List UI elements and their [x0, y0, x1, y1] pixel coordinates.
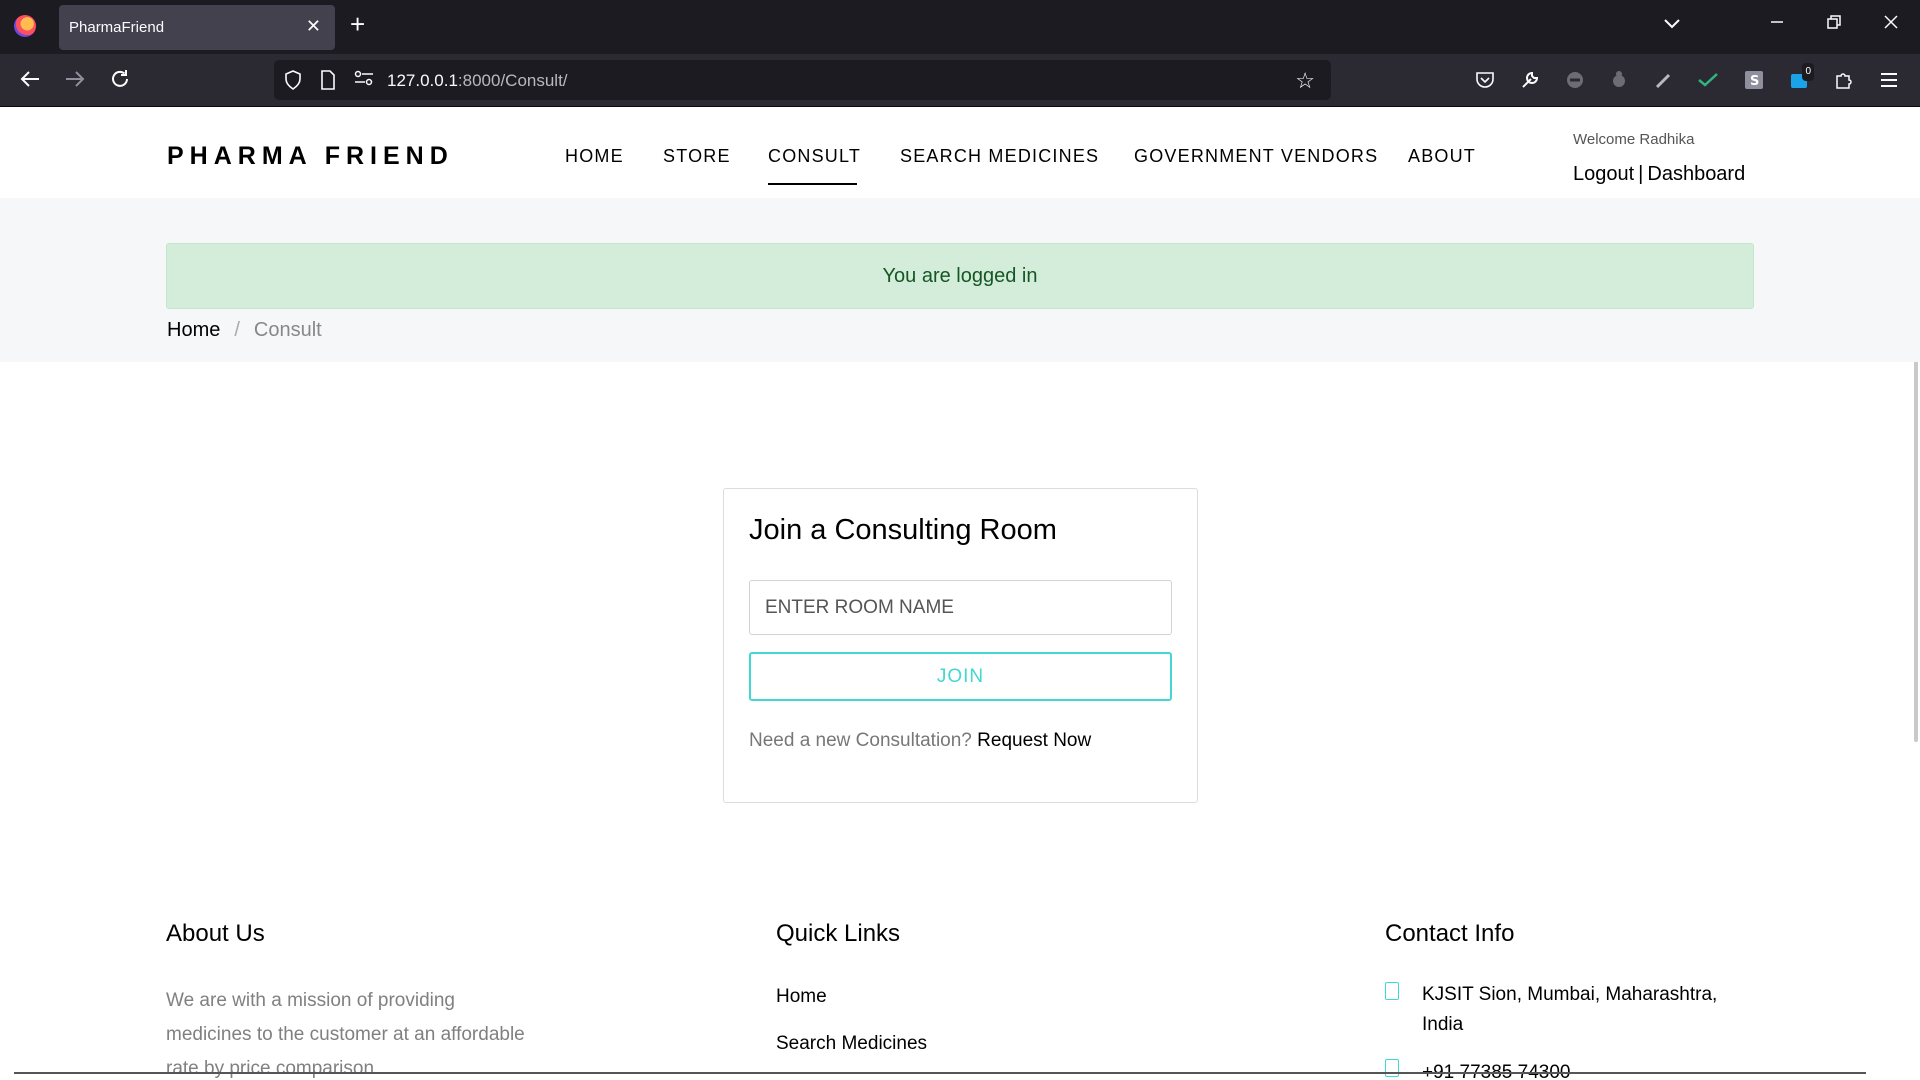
- breadcrumb-separator: /: [234, 319, 240, 341]
- location-icon: [1385, 982, 1399, 1000]
- url-host: 127.0.0.1: [387, 71, 458, 90]
- nav-home[interactable]: HOME: [565, 146, 624, 167]
- dashboard-link[interactable]: Dashboard: [1647, 163, 1745, 185]
- permissions-icon[interactable]: [354, 70, 374, 89]
- consult-card-title: Join a Consulting Room: [749, 514, 1057, 546]
- new-tab-button[interactable]: +: [350, 11, 365, 37]
- reload-icon[interactable]: [109, 68, 131, 94]
- tab-title: PharmaFriend: [69, 19, 165, 36]
- bookmark-star-icon[interactable]: ☆: [1295, 68, 1315, 94]
- minimize-icon[interactable]: [1770, 14, 1784, 32]
- firefox-logo-icon: [14, 15, 36, 37]
- breadcrumb-home-link[interactable]: Home: [167, 319, 220, 341]
- page-icon[interactable]: [320, 70, 336, 93]
- contact-phone: +91 77385 74300: [1422, 1062, 1571, 1080]
- nav-search-medicines[interactable]: SEARCH MEDICINES: [900, 146, 1099, 167]
- nav-active-underline: [768, 183, 857, 185]
- extension-bug-icon[interactable]: [1608, 69, 1630, 91]
- breadcrumb: Home / Consult: [167, 319, 322, 342]
- site-brand[interactable]: PHARMA FRIEND: [167, 142, 454, 171]
- footer-quick-links-column: Quick Links: [776, 920, 900, 948]
- list-all-tabs-icon[interactable]: [1664, 14, 1680, 32]
- footer-contact-column: Contact Info: [1385, 920, 1514, 948]
- close-window-icon[interactable]: [1884, 14, 1898, 32]
- request-now-link[interactable]: Request Now: [977, 730, 1091, 751]
- extension-s-icon[interactable]: S: [1743, 69, 1765, 91]
- consult-prompt-text: Need a new Consultation?: [749, 730, 972, 751]
- pocket-icon[interactable]: [1474, 69, 1496, 91]
- shield-icon[interactable]: [284, 70, 302, 93]
- nav-about[interactable]: ABOUT: [1408, 146, 1476, 167]
- footer-link-search-medicines[interactable]: Search Medicines: [776, 1033, 927, 1055]
- footer-about-text: We are with a mission of providing medic…: [166, 990, 525, 1079]
- restore-icon[interactable]: [1827, 14, 1841, 32]
- footer-quick-links-heading: Quick Links: [776, 920, 901, 947]
- join-button[interactable]: JOIN: [749, 652, 1172, 701]
- back-icon[interactable]: [19, 68, 41, 94]
- welcome-text: Welcome Radhika: [1573, 131, 1695, 148]
- tab-close-icon[interactable]: ✕: [306, 16, 321, 37]
- browser-tab-bar: PharmaFriend ✕ +: [0, 0, 1920, 54]
- url-path: :8000/Consult/: [457, 71, 568, 90]
- page-viewport: PHARMA FRIEND HOME STORE CONSULT SEARCH …: [0, 108, 1920, 1080]
- svg-text:S: S: [1750, 74, 1759, 89]
- extension-badge-count: 0: [1802, 63, 1814, 81]
- footer-about-column: About Us: [166, 920, 265, 948]
- user-links: Logout | Dashboard: [1573, 163, 1745, 186]
- footer-contact-heading: Contact Info: [1385, 920, 1515, 947]
- site-header: PHARMA FRIEND HOME STORE CONSULT SEARCH …: [0, 108, 1920, 198]
- consult-card: Join a Consulting Room JOIN Need a new C…: [723, 488, 1198, 803]
- browser-tab[interactable]: PharmaFriend ✕: [59, 5, 335, 50]
- forward-icon[interactable]: [64, 68, 86, 94]
- room-name-input[interactable]: [749, 580, 1172, 635]
- breadcrumb-current: Consult: [253, 319, 322, 341]
- nav-consult[interactable]: CONSULT: [768, 146, 861, 167]
- wrench-icon[interactable]: [1519, 69, 1541, 91]
- login-alert: You are logged in: [166, 243, 1754, 309]
- breadcrumb-section: You are logged in Home / Consult: [0, 198, 1920, 362]
- browser-nav-bar: 127.0.0.1:8000/Consult/ ☆ S 0: [0, 54, 1920, 107]
- url-bar[interactable]: 127.0.0.1:8000/Consult/ ☆: [274, 60, 1331, 100]
- extensions-puzzle-icon[interactable]: [1833, 69, 1855, 91]
- footer-about-heading: About Us: [166, 920, 265, 947]
- extension-pen-icon[interactable]: [1653, 69, 1675, 91]
- extension-badge-icon[interactable]: 0: [1788, 63, 1814, 91]
- extension-check-icon[interactable]: [1697, 69, 1719, 91]
- nav-government-vendors[interactable]: GOVERNMENT VENDORS: [1134, 146, 1378, 167]
- contact-address: KJSIT Sion, Mumbai, Maharashtra, India: [1422, 984, 1718, 1035]
- user-links-separator: |: [1638, 163, 1644, 185]
- footer-link-home[interactable]: Home: [776, 986, 827, 1008]
- logout-link[interactable]: Logout: [1573, 163, 1634, 185]
- url-text[interactable]: 127.0.0.1:8000/Consult/: [387, 71, 568, 91]
- page-bottom-divider: [14, 1072, 1866, 1074]
- phone-icon: [1385, 1059, 1399, 1077]
- hamburger-menu-icon[interactable]: [1878, 69, 1900, 91]
- consult-request-prompt: Need a new Consultation? Request Now: [749, 730, 1091, 752]
- alert-message: You are logged in: [882, 264, 1038, 287]
- nav-store[interactable]: STORE: [663, 146, 731, 167]
- extension-circle-icon[interactable]: [1564, 69, 1586, 91]
